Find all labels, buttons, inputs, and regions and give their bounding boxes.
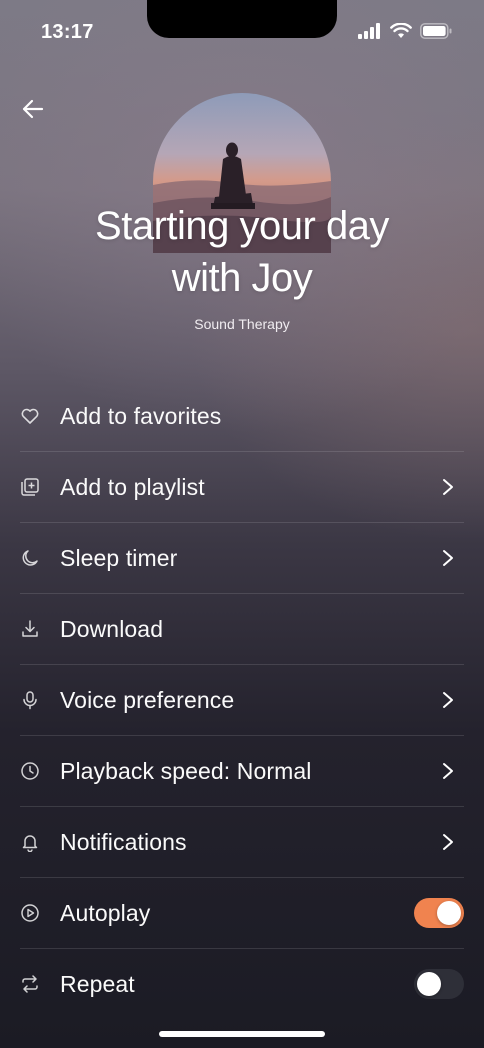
arrow-left-icon [22,99,44,119]
menu-item-notifications[interactable]: Notifications [20,806,464,877]
menu-item-sleep-timer[interactable]: Sleep timer [20,522,464,593]
cellular-signal-icon [358,23,380,39]
wifi-icon [390,23,412,38]
download-icon [20,619,40,639]
menu-item-label: Download [60,615,164,642]
menu-item-label: Add to favorites [60,402,222,429]
menu-item-label: Playback speed: Normal [60,757,312,784]
menu-item-autoplay: Autoplay [20,877,464,948]
toggle-knob [417,972,441,996]
clock-icon [20,761,40,781]
menu-item-label: Voice preference [60,686,235,713]
track-title-line-1: Starting your day [95,204,389,248]
repeat-toggle[interactable] [414,969,464,999]
track-category: Sound Therapy [194,316,290,332]
track-title-line-2: with Joy [171,256,313,300]
menu-item-label: Sleep timer [60,544,178,571]
menu-item-label: Notifications [60,828,187,855]
chevron-right-icon [443,763,453,779]
status-time: 13:17 [41,21,94,43]
microphone-icon [20,690,40,710]
battery-icon [420,23,452,39]
chevron-right-icon [443,834,453,850]
menu-item-add-to-favorites[interactable]: Add to favorites [20,381,464,451]
menu-item-voice-preference[interactable]: Voice preference [20,664,464,735]
autoplay-toggle[interactable] [414,898,464,928]
home-indicator[interactable] [159,1031,325,1037]
menu-item-add-to-playlist[interactable]: Add to playlist [20,451,464,522]
playlist-add-icon [20,477,40,497]
menu-item-label: Add to playlist [60,473,205,500]
device-notch [147,0,337,38]
repeat-icon [20,974,40,994]
track-header: Starting your day with Joy Sound Therapy [0,200,484,332]
chevron-right-icon [443,692,453,708]
options-menu: Add to favorites Add to playlist Sleep t… [0,381,484,1019]
heart-icon [20,406,40,426]
menu-item-playback-speed[interactable]: Playback speed: Normal [20,735,464,806]
menu-item-download[interactable]: Download [20,593,464,664]
status-icons [358,23,452,39]
menu-item-label: Autoplay [60,899,151,926]
back-button[interactable] [18,94,48,124]
menu-item-repeat: Repeat [20,948,464,1019]
play-circle-icon [20,903,40,923]
bell-icon [20,832,40,852]
menu-item-label: Repeat [60,970,135,997]
toggle-knob [437,901,461,925]
chevron-right-icon [443,550,453,566]
chevron-right-icon [443,479,453,495]
status-bar: 13:17 [0,0,484,60]
moon-icon [20,548,40,568]
track-title: Starting your day with Joy [0,200,484,304]
